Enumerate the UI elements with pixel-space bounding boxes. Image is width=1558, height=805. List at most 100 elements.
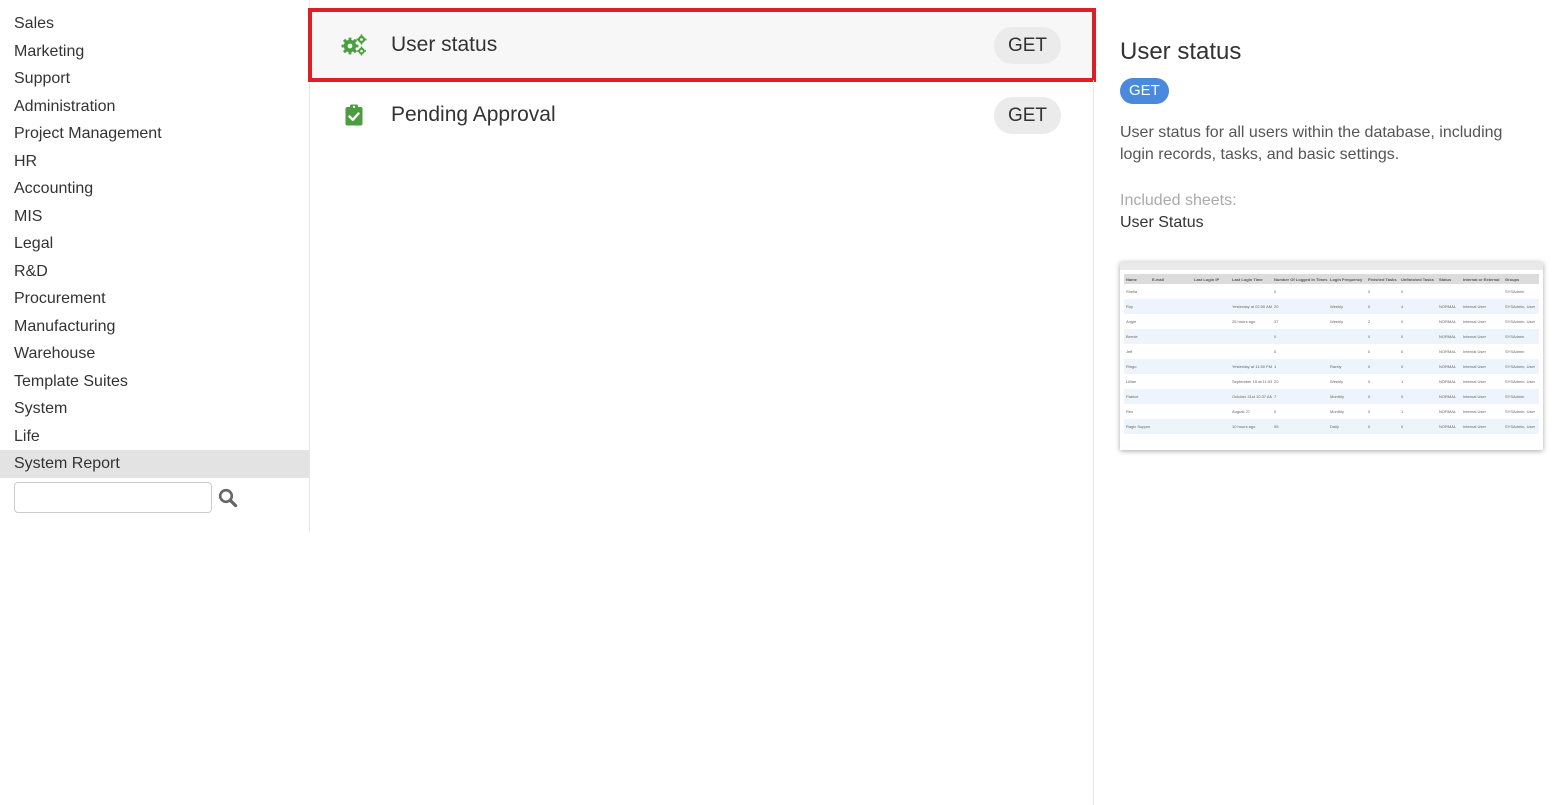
preview-header: Login Frequency — [1328, 274, 1366, 284]
sidebar-item-system[interactable]: System — [0, 395, 309, 423]
method-badge-get[interactable]: GET — [993, 96, 1061, 134]
sidebar-item-warehouse[interactable]: Warehouse — [0, 340, 309, 368]
preview-cell: 1 — [1272, 359, 1328, 374]
preview-cell — [1192, 419, 1230, 434]
preview-cell: 0 — [1274, 349, 1277, 354]
sidebar-item-legal[interactable]: Legal — [0, 230, 309, 258]
detail-method-badge: GET — [1120, 78, 1169, 104]
preview-cell: 37 — [1274, 319, 1279, 324]
preview-cell: SYSAdmin — [1503, 329, 1539, 344]
endpoint-row-user-status[interactable]: User status GET — [308, 8, 1096, 82]
search-input[interactable] — [14, 482, 212, 513]
endpoint-name: Pending Approval — [391, 103, 556, 126]
preview-cell: Internal User — [1463, 319, 1486, 324]
preview-row: Bernie 0 0 0 NORMAL Internal User SYSAdmin — [1124, 329, 1539, 344]
preview-cell — [1461, 284, 1503, 299]
preview-cell: Yesterday at 02:50 AM — [1230, 299, 1272, 314]
sidebar-item-system-report[interactable]: System Report — [0, 450, 309, 478]
preview-table: Name E-mail Last Login IP Last Login Tim… — [1124, 274, 1539, 434]
sidebar-item-template-suites[interactable]: Template Suites — [0, 368, 309, 396]
preview-cell — [1328, 344, 1366, 359]
preview-header: Number Of Logged In Times — [1272, 274, 1328, 284]
sidebar-item-accounting[interactable]: Accounting — [0, 175, 309, 203]
sheet-preview-image: Name E-mail Last Login IP Last Login Tim… — [1120, 262, 1543, 450]
preview-header: Groups — [1503, 274, 1539, 284]
preview-cell: SYSAdmin, User — [1505, 409, 1536, 414]
sidebar-item-sales[interactable]: Sales — [0, 10, 309, 38]
method-badge-get[interactable]: GET — [993, 26, 1061, 64]
preview-cell — [1192, 359, 1230, 374]
sidebar-item-rnd[interactable]: R&D — [0, 258, 309, 286]
sidebar-item-hr[interactable]: HR — [0, 148, 309, 176]
preview-cell: Roy — [1124, 299, 1150, 314]
preview-cell — [1150, 404, 1192, 419]
preview-cell — [1150, 389, 1192, 404]
detail-title: User status — [1120, 38, 1242, 65]
sidebar-item-mis[interactable]: MIS — [0, 203, 309, 231]
sidebar-item-procurement[interactable]: Procurement — [0, 285, 309, 313]
endpoint-list: User status GET Pending Approval GET — [308, 8, 1096, 150]
preview-cell: 0 — [1401, 319, 1404, 324]
preview-cell — [1150, 419, 1192, 434]
sidebar-item-marketing[interactable]: Marketing — [0, 38, 309, 66]
preview-cell: Internal User — [1463, 349, 1486, 354]
preview-cell: 0 — [1366, 389, 1399, 404]
preview-cell: 20 — [1274, 379, 1279, 384]
sidebar-search — [14, 482, 238, 513]
preview-cell: Internal User — [1461, 299, 1503, 314]
preview-header-row: Name E-mail Last Login IP Last Login Tim… — [1124, 274, 1539, 284]
preview-cell: Internal User — [1461, 359, 1503, 374]
preview-cell — [1230, 284, 1272, 299]
preview-cell: Internal User — [1461, 329, 1503, 344]
preview-cell: 0 — [1274, 289, 1277, 294]
preview-header: Finished Tasks — [1366, 274, 1399, 284]
preview-cell: NORMAL — [1439, 379, 1457, 384]
preview-cell: Yesterday at 11:50 PM — [1230, 359, 1272, 374]
preview-cell: 0 — [1366, 419, 1399, 434]
preview-cell: 0 — [1399, 389, 1437, 404]
sidebar-item-support[interactable]: Support — [0, 65, 309, 93]
detail-panel: User status GET User status for all user… — [1120, 36, 1545, 234]
preview-cell — [1230, 329, 1272, 344]
preview-row: Lillian September 15 at 11:53 PM20 Weekly 0… — [1124, 374, 1539, 389]
sidebar-item-administration[interactable]: Administration — [0, 93, 309, 121]
preview-row: Ragic Support 10 hours ago 95 Daily 0 0 NORMAL… — [1124, 419, 1539, 434]
sidebar-item-life[interactable]: Life — [0, 423, 309, 451]
preview-cell — [1437, 284, 1461, 299]
preview-cell: Internal User — [1461, 419, 1503, 434]
preview-cell: 0 — [1366, 329, 1399, 344]
preview-cell: SYSAdmin — [1503, 389, 1539, 404]
preview-cell: 0 — [1401, 289, 1404, 294]
preview-cell: Rex — [1126, 409, 1134, 414]
preview-cell: Monthly — [1330, 409, 1345, 414]
preview-cell: SYSAdmin — [1505, 349, 1525, 354]
preview-cell: 7 — [1272, 389, 1328, 404]
preview-cell — [1192, 284, 1230, 299]
endpoint-row-pending-approval[interactable]: Pending Approval GET — [310, 80, 1094, 150]
endpoint-name: User status — [391, 33, 498, 56]
preview-cell: Weekly — [1330, 319, 1344, 324]
sidebar-item-manufacturing[interactable]: Manufacturing — [0, 313, 309, 341]
preview-cell — [1192, 374, 1230, 389]
preview-cell: Weekly — [1330, 379, 1344, 384]
preview-cell: 0 — [1366, 299, 1399, 314]
preview-cell: Shelia — [1126, 289, 1138, 294]
preview-cell — [1192, 344, 1230, 359]
preview-cell: NORMAL — [1439, 409, 1457, 414]
preview-cell: NORMAL — [1439, 349, 1457, 354]
search-icon[interactable] — [218, 488, 238, 508]
preview-cell: Angie — [1126, 319, 1137, 324]
sidebar: Sales Marketing Support Administration P… — [0, 0, 310, 532]
preview-row: Patrice October 31st 10:37 AM 7 Monthly 0 0 NO… — [1124, 389, 1539, 404]
preview-cell — [1150, 344, 1192, 359]
sidebar-item-project-management[interactable]: Project Management — [0, 120, 309, 148]
preview-cell: NORMAL — [1437, 419, 1461, 434]
preview-header: E-mail — [1150, 274, 1192, 284]
detail-description: User status for all users within the dat… — [1120, 124, 1503, 163]
preview-cell: SYSAdmin, User — [1503, 359, 1539, 374]
preview-cell: NORMAL — [1437, 299, 1461, 314]
preview-cell: SYSAdmin — [1505, 289, 1525, 294]
sidebar-list: Sales Marketing Support Administration P… — [0, 0, 309, 478]
preview-cell: 4 — [1399, 299, 1437, 314]
preview-cell — [1150, 359, 1192, 374]
